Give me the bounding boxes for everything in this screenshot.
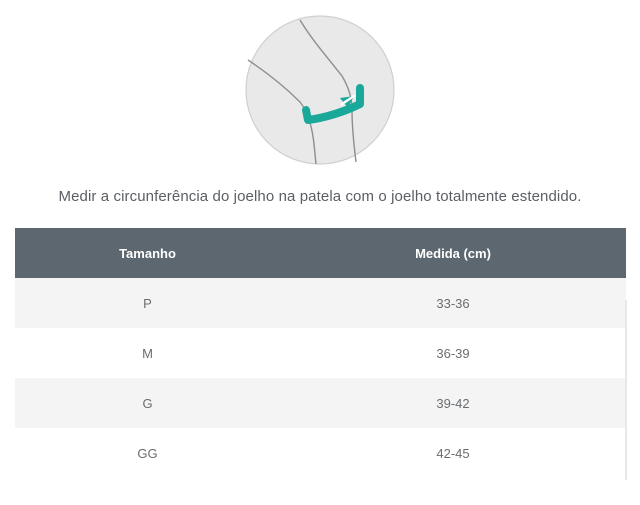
measure-cell: 39-42 [280,378,626,428]
column-header-size: Tamanho [15,228,280,278]
table-row: GG 42-45 [15,428,626,478]
size-cell: M [15,328,280,378]
column-header-measure: Medida (cm) [280,228,626,278]
table-row: G 39-42 [15,378,626,428]
measure-cell: 42-45 [280,428,626,478]
measure-cell: 36-39 [280,328,626,378]
table-row: P 33-36 [15,278,626,328]
knee-measurement-illustration [244,14,396,166]
divider [625,300,627,480]
table-header-row: Tamanho Medida (cm) [15,228,626,278]
size-table: Tamanho Medida (cm) P 33-36 M 36-39 G 39… [15,228,626,478]
measurement-instruction: Medir a circunferência do joelho na pate… [58,188,582,205]
measure-cell: 33-36 [280,278,626,328]
size-cell: P [15,278,280,328]
size-cell: GG [15,428,280,478]
knee-illustration-svg [245,15,395,165]
table-row: M 36-39 [15,328,626,378]
size-cell: G [15,378,280,428]
illustration-circle [245,15,395,165]
